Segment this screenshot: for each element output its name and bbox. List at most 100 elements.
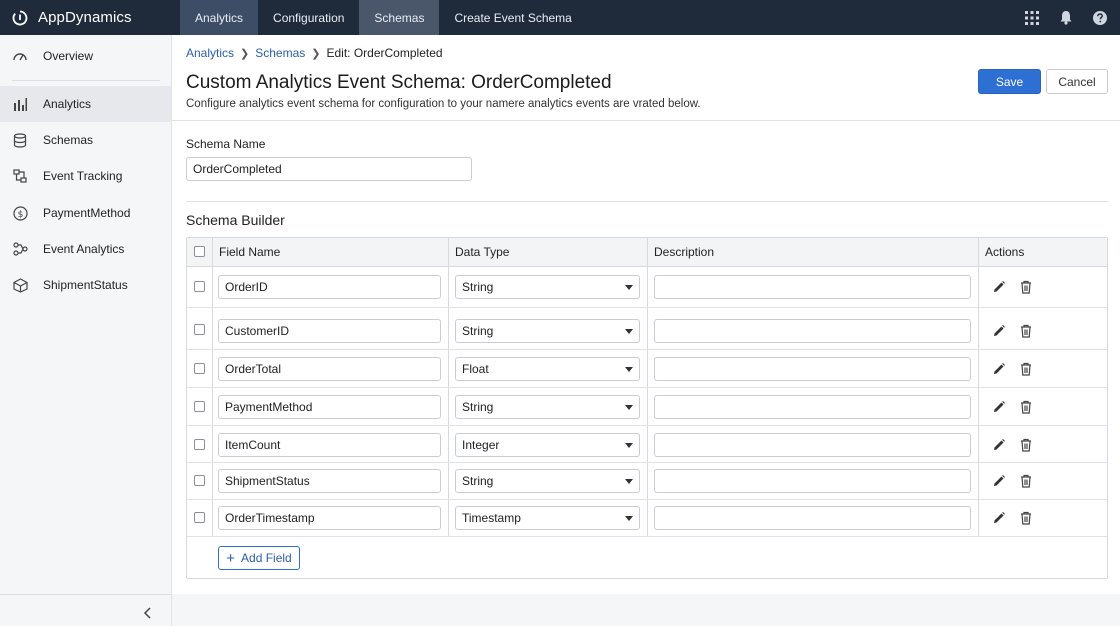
chevron-right-icon: ❯: [311, 47, 321, 60]
field-name-input[interactable]: OrderTimestamp: [218, 506, 441, 530]
data-type-value: String: [462, 324, 494, 338]
field-name-input[interactable]: OrderID: [218, 275, 441, 299]
page-subtitle: Configure analytics event schema for con…: [186, 98, 701, 110]
row-checkbox[interactable]: [194, 363, 205, 374]
cancel-button[interactable]: Cancel: [1046, 69, 1108, 94]
header-description: Description: [654, 245, 715, 259]
row-checkbox[interactable]: [194, 401, 205, 412]
bell-icon[interactable]: [1056, 8, 1076, 28]
row-checkbox[interactable]: [194, 281, 205, 292]
edit-pencil-icon[interactable]: [991, 361, 1007, 377]
row-checkbox[interactable]: [194, 324, 205, 335]
breadcrumb-current: Edit: OrderCompleted: [326, 46, 443, 60]
save-button[interactable]: Save: [978, 69, 1041, 94]
dropdown-arrow-icon: [625, 443, 633, 448]
sidebar-item-overview[interactable]: Overview: [0, 38, 171, 74]
breadcrumb: Analytics ❯ Schemas ❯ Edit: OrderComplet…: [186, 46, 443, 60]
top-nav-schemas[interactable]: Schemas: [359, 0, 440, 35]
sidebar-divider: [12, 80, 160, 81]
description-input[interactable]: [654, 395, 971, 419]
row-checkbox[interactable]: [194, 439, 205, 450]
field-name-input[interactable]: ItemCount: [218, 433, 441, 457]
description-input[interactable]: [654, 357, 971, 381]
table-row: CustomerID String: [187, 308, 1107, 350]
data-type-select[interactable]: String: [455, 469, 640, 493]
schema-name-input[interactable]: OrderCompleted: [186, 157, 472, 181]
delete-trash-icon[interactable]: [1018, 473, 1034, 489]
appdynamics-logo-icon: [12, 10, 28, 25]
delete-trash-icon[interactable]: [1018, 437, 1034, 453]
description-input[interactable]: [654, 506, 971, 530]
data-type-select[interactable]: String: [455, 275, 640, 299]
breadcrumb-analytics[interactable]: Analytics: [186, 46, 234, 60]
data-type-value: String: [462, 400, 494, 414]
field-name-input[interactable]: OrderTotal: [218, 357, 441, 381]
collapse-sidebar-icon[interactable]: [140, 605, 156, 621]
description-input[interactable]: [654, 433, 971, 457]
chevron-right-icon: ❯: [240, 47, 250, 60]
header-data-type: Data Type: [455, 245, 510, 259]
top-nav: Analytics Configuration Schemas Create E…: [180, 0, 587, 35]
edit-pencil-icon[interactable]: [991, 510, 1007, 526]
edit-pencil-icon[interactable]: [991, 279, 1007, 295]
sidebar-item-label: Event Analytics: [43, 242, 125, 256]
delete-trash-icon[interactable]: [1018, 279, 1034, 295]
table-row: OrderTimestamp Timestamp: [187, 500, 1107, 537]
table-row: ShipmentStatus String: [187, 463, 1107, 500]
data-type-select[interactable]: String: [455, 319, 640, 343]
sidebar-item-event-analytics[interactable]: Event Analytics: [0, 231, 171, 267]
schema-name-label: Schema Name: [186, 137, 266, 151]
delete-trash-icon[interactable]: [1018, 323, 1034, 339]
select-all-checkbox[interactable]: [194, 246, 205, 257]
brand[interactable]: AppDynamics: [0, 0, 180, 35]
field-name-input[interactable]: PaymentMethod: [218, 395, 441, 419]
edit-pencil-icon[interactable]: [991, 473, 1007, 489]
help-icon[interactable]: [1090, 8, 1110, 28]
top-nav-create-event-schema[interactable]: Create Event Schema: [439, 0, 586, 35]
table-row: ItemCount Integer: [187, 426, 1107, 463]
data-type-select[interactable]: Integer: [455, 433, 640, 457]
sidebar-footer-divider: [0, 594, 171, 595]
edit-pencil-icon[interactable]: [991, 323, 1007, 339]
edit-pencil-icon[interactable]: [991, 437, 1007, 453]
delete-trash-icon[interactable]: [1018, 361, 1034, 377]
sidebar-item-event-tracking[interactable]: Event Tracking: [0, 158, 171, 194]
data-type-select[interactable]: Float: [455, 357, 640, 381]
dropdown-arrow-icon: [625, 285, 633, 290]
field-name-input[interactable]: CustomerID: [218, 319, 441, 343]
dropdown-arrow-icon: [625, 516, 633, 521]
delete-trash-icon[interactable]: [1018, 399, 1034, 415]
sidebar-item-label: Analytics: [43, 97, 92, 111]
dollar-circle-icon: $: [12, 205, 28, 221]
breadcrumb-schemas[interactable]: Schemas: [255, 46, 305, 60]
data-type-value: Integer: [462, 438, 500, 452]
dropdown-arrow-icon: [625, 479, 633, 484]
data-type-select[interactable]: String: [455, 395, 640, 419]
row-checkbox[interactable]: [194, 475, 205, 486]
apps-grid-icon[interactable]: [1022, 8, 1042, 28]
schema-builder-table: Field Name Data Type Description Actions…: [186, 237, 1108, 579]
page-title: Custom Analytics Event Schema: OrderComp…: [186, 72, 612, 93]
description-input[interactable]: [654, 319, 971, 343]
sidebar-item-paymentmethod[interactable]: $ PaymentMethod: [0, 195, 171, 231]
header-actions: Actions: [985, 245, 1025, 259]
data-type-value: String: [462, 474, 494, 488]
description-input[interactable]: [654, 469, 971, 493]
sidebar-item-label: Schemas: [43, 133, 94, 147]
database-icon: [12, 132, 28, 148]
top-nav-analytics[interactable]: Analytics: [180, 0, 259, 35]
sidebar-item-schemas[interactable]: Schemas: [0, 122, 171, 158]
header-divider: [172, 120, 1120, 121]
description-input[interactable]: [654, 275, 971, 299]
field-name-input[interactable]: ShipmentStatus: [218, 469, 441, 493]
top-nav-configuration[interactable]: Configuration: [258, 0, 359, 35]
add-field-button[interactable]: + Add Field: [218, 546, 300, 570]
sidebar-item-analytics[interactable]: Analytics: [0, 86, 171, 122]
row-checkbox[interactable]: [194, 512, 205, 523]
dropdown-arrow-icon: [625, 367, 633, 372]
data-type-select[interactable]: Timestamp: [455, 506, 640, 530]
dropdown-arrow-icon: [625, 405, 633, 410]
edit-pencil-icon[interactable]: [991, 399, 1007, 415]
delete-trash-icon[interactable]: [1018, 510, 1034, 526]
sidebar-item-shipmentstatus[interactable]: ShipmentStatus: [0, 267, 171, 303]
